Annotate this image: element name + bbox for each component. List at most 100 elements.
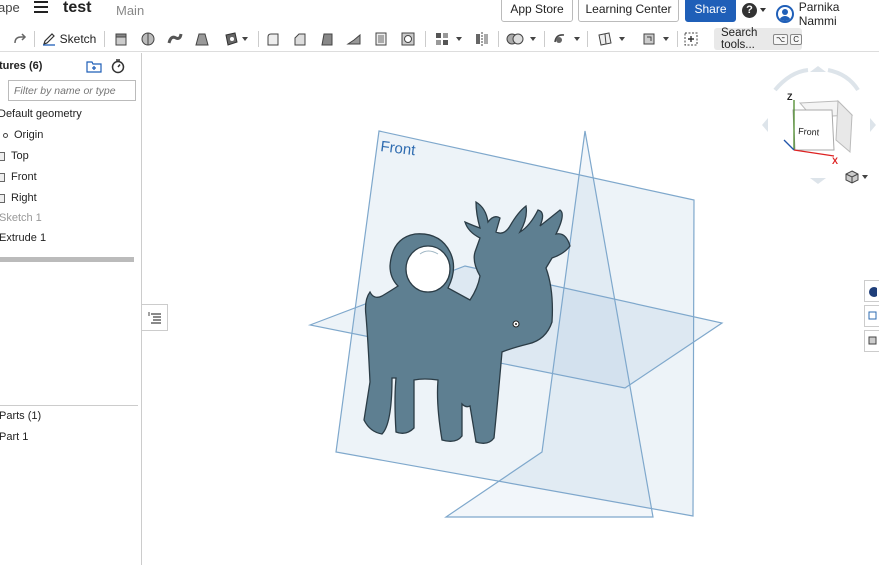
onshape-logo[interactable]: ape [0,0,20,15]
top-bar: ape test Main App Store Learning Center … [0,0,879,28]
redo-button[interactable] [12,29,28,49]
revolve-icon [141,32,155,46]
chevron-down-icon [663,37,669,41]
cube-icon [845,170,859,184]
menu-icon[interactable] [34,1,48,15]
pattern-button[interactable] [431,29,465,49]
mate-panel-tab[interactable] [864,305,879,327]
revolve-button[interactable] [139,29,157,49]
add-folder-button[interactable] [86,59,102,76]
branch-name[interactable]: Main [116,3,144,18]
chevron-down-icon [574,37,580,41]
rollback-bar[interactable] [0,257,134,262]
add-feature-icon [684,32,698,46]
feature-front-plane[interactable]: Front [0,171,37,183]
learning-center-button[interactable]: Learning Center [578,0,679,22]
sketch-button[interactable]: Sketch [40,29,98,49]
draft-icon [321,33,333,46]
part-label: Part 1 [0,431,29,443]
fillet-button[interactable] [264,29,282,49]
loft-button[interactable] [193,29,211,49]
transform-button[interactable] [549,29,583,49]
mate-connector-button[interactable] [637,29,673,49]
features-header: tures (6) [0,60,43,72]
parts-divider[interactable] [0,405,138,406]
view-cube-face-label: Front [798,126,820,137]
mirror-button[interactable] [472,29,492,49]
pencil-icon [42,33,55,46]
feature-extrude-1[interactable]: Extrude 1 [0,232,46,244]
graphics-viewport[interactable]: Front Front Z X [143,53,879,565]
toolbar-divider [258,31,259,47]
feature-default-geometry[interactable]: Default geometry [0,108,82,120]
share-button[interactable]: Share [685,0,736,22]
toolbar-divider [425,31,426,47]
rollback-history-button[interactable] [110,58,126,77]
sketch-label: Sketch [59,32,97,46]
hole-button[interactable] [399,29,417,49]
view-cube[interactable]: Front Z X [762,66,876,184]
loft-icon [195,33,209,46]
feature-label: Default geometry [0,108,82,120]
appearance-panel-tab[interactable] [864,280,879,302]
parts-header[interactable]: Parts (1) [0,410,41,422]
feature-top-plane[interactable]: Top [0,150,29,162]
feature-toolbar: Sketch Search tools... ⌥ C [0,26,879,52]
toolbar-divider [498,31,499,47]
variables-icon [868,336,877,345]
plane-icon [598,32,612,46]
plane-button[interactable] [593,29,629,49]
appearance-icon [869,287,877,297]
variables-panel-tab[interactable] [864,330,879,352]
stopwatch-icon [111,59,125,74]
shell-icon [375,32,387,46]
axis-x-label: X [832,156,838,166]
model-canvas[interactable]: Front Front Z X [143,53,879,565]
mirror-icon [476,32,488,46]
user-menu[interactable]: Parnika Nammi [776,0,879,28]
toolbar-divider [587,31,588,47]
feature-right-plane[interactable]: Right [0,192,37,204]
shortcut-key: C [790,33,802,45]
draft-button[interactable] [318,29,336,49]
feature-label: Sketch 1 [0,212,42,224]
feature-label: Front [11,171,37,183]
add-custom-feature-button[interactable] [682,29,700,49]
feature-list-panel: tures (6) Default geometry Origin Top Fr… [0,53,142,565]
document-title[interactable]: test [63,0,91,17]
shell-button[interactable] [372,29,390,49]
rib-icon [346,33,361,45]
app-store-button[interactable]: App Store [501,0,573,22]
search-tools-button[interactable]: Search tools... ⌥ C [714,27,802,51]
origin-icon [3,132,8,138]
feature-sketch-1[interactable]: Sketch 1 [0,212,42,224]
help-icon: ? [742,2,757,18]
toolbar-divider [104,31,105,47]
thicken-button[interactable] [220,29,250,49]
hole-icon [401,32,415,46]
view-options-menu[interactable] [845,170,868,184]
help-menu[interactable]: ? [742,1,770,19]
axis-z-label: Z [787,92,793,102]
chevron-down-icon [862,175,868,179]
chevron-down-icon [456,37,462,41]
sweep-button[interactable] [166,29,184,49]
chevron-down-icon [619,37,625,41]
toolbar-divider [34,31,35,47]
feature-label: Extrude 1 [0,232,47,244]
feature-origin[interactable]: Origin [0,129,43,141]
chamfer-icon [294,33,306,46]
extrude-icon [115,33,127,46]
mate-connector-icon [643,33,655,45]
plane-icon [0,151,5,161]
boolean-icon [506,33,524,45]
plane-icon [0,193,5,203]
sweep-icon [167,33,183,44]
redo-icon [14,33,27,44]
chamfer-button[interactable] [291,29,309,49]
extrude-button[interactable] [112,29,130,49]
boolean-button[interactable] [503,29,539,49]
feature-filter-input[interactable] [8,80,136,101]
rib-button[interactable] [345,29,363,49]
part-item[interactable]: Part 1 [0,431,28,443]
